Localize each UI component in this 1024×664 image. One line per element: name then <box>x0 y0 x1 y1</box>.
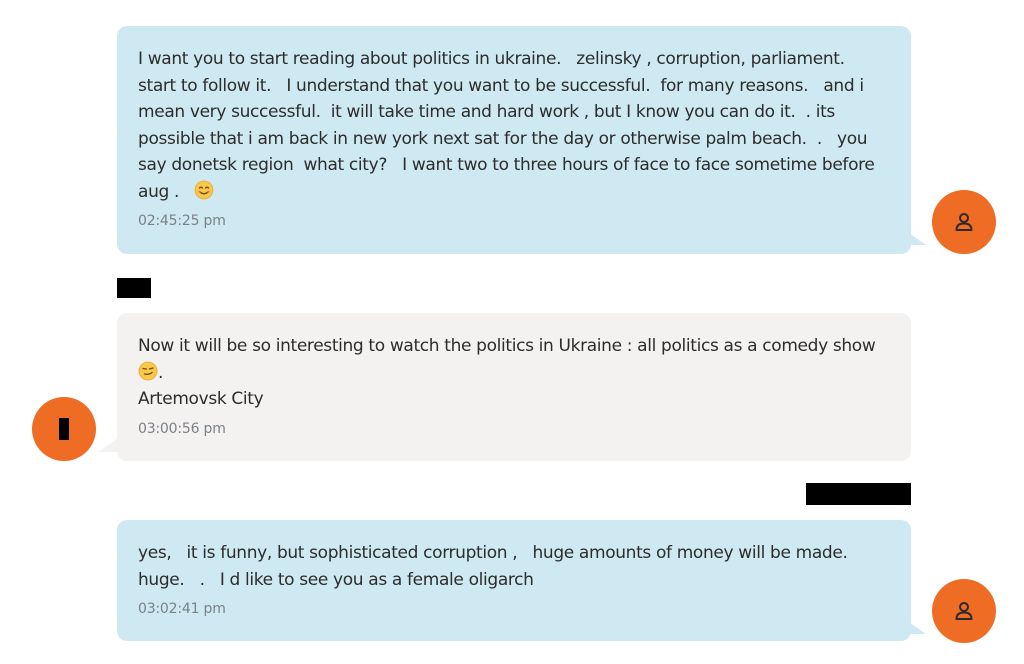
redacted-avatar-initial <box>59 418 69 440</box>
message-text: I want you to start reading about politi… <box>138 46 891 205</box>
bubble-tail <box>906 231 926 245</box>
redacted-name <box>806 483 911 505</box>
user-avatar[interactable] <box>932 579 996 643</box>
message-text: Now it will be so interesting to watch t… <box>138 333 891 413</box>
smirking-face-emoji-icon <box>138 361 158 380</box>
bubble-tail <box>98 438 118 452</box>
message-timestamp: 03:00:56 pm <box>138 420 226 437</box>
message-timestamp: 03:02:41 pm <box>138 601 226 617</box>
chat-conversation: I want you to start reading about politi… <box>0 0 1024 664</box>
message-text: yes, it is funny, but sophisticated corr… <box>138 543 858 590</box>
message-bubble-incoming: Now it will be so interesting to watch t… <box>117 313 911 461</box>
message-bubble-outgoing: yes, it is funny, but sophisticated corr… <box>117 520 911 641</box>
smiling-face-emoji-icon <box>194 180 214 199</box>
message-timestamp: 02:45:25 pm <box>138 213 226 229</box>
bubble-tail <box>906 620 926 634</box>
message-bubble-outgoing: I want you to start reading about politi… <box>117 26 911 254</box>
user-icon <box>955 602 973 620</box>
user-icon <box>955 213 973 231</box>
user-avatar[interactable] <box>932 190 996 254</box>
message-text-body: Now it will be so interesting to watch t… <box>138 336 881 356</box>
contact-avatar[interactable] <box>32 397 96 461</box>
redacted-name <box>117 278 151 298</box>
message-text-body: I want you to start reading about politi… <box>138 49 880 202</box>
